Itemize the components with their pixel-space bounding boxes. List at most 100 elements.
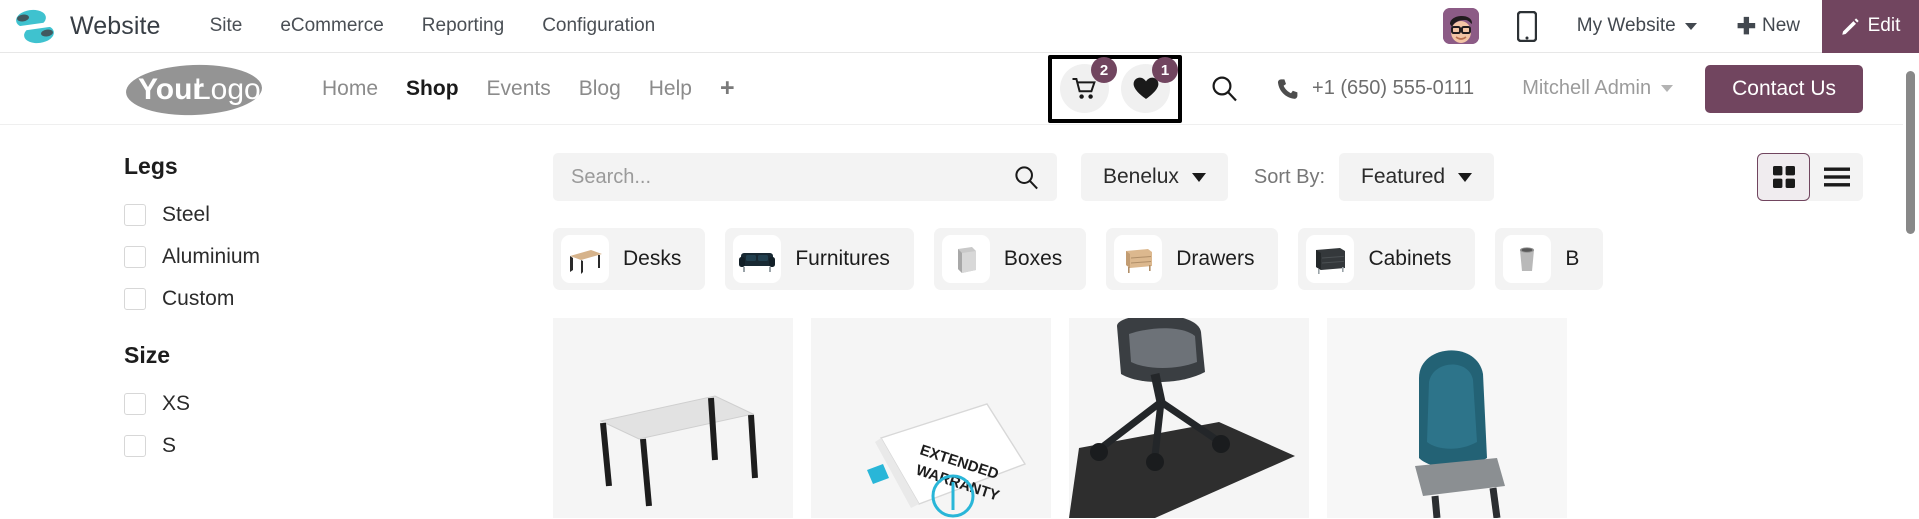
- site-logo[interactable]: Your Logo: [124, 61, 264, 117]
- category-chip-row: Desks Furnitures Boxes Drawers Cabinets …: [553, 228, 1863, 290]
- page-scrollbar[interactable]: [1903, 53, 1919, 519]
- filter-option-aluminium[interactable]: Aluminium: [124, 236, 424, 278]
- region-filter-label: Benelux: [1103, 165, 1179, 188]
- nav-events[interactable]: Events: [473, 77, 565, 101]
- filter-group-title-legs: Legs: [124, 153, 178, 179]
- cabinet-thumbnail: [1306, 235, 1355, 283]
- checkbox-aluminium[interactable]: [124, 246, 146, 268]
- page-scrollbar-thumb[interactable]: [1906, 71, 1915, 234]
- filter-option-steel[interactable]: Steel: [124, 194, 424, 236]
- nav-home[interactable]: Home: [308, 77, 392, 101]
- filter-option-s[interactable]: S: [124, 425, 424, 467]
- category-label-bins: B: [1565, 247, 1580, 270]
- grid-view-icon: [1772, 166, 1795, 188]
- plus-icon: ✚: [1736, 12, 1756, 39]
- menu-ecommerce[interactable]: eCommerce: [261, 0, 402, 52]
- shop-content: Benelux Sort By: Featured: [553, 125, 1863, 518]
- search-input[interactable]: [571, 165, 1014, 189]
- category-chip-bins[interactable]: B: [1495, 228, 1604, 290]
- edit-button-strip: [1903, 0, 1919, 53]
- mobile-preview-icon[interactable]: [1516, 10, 1537, 42]
- office-desk-image: [553, 318, 793, 518]
- filter-spacer: [124, 320, 424, 342]
- new-button-label: New: [1761, 15, 1800, 36]
- menu-site[interactable]: Site: [191, 0, 262, 52]
- website-header: Your Logo Home Shop Events Blog Help + 2: [0, 53, 1919, 125]
- product-search-box[interactable]: [553, 153, 1057, 201]
- new-button[interactable]: ✚ New: [1736, 12, 1800, 39]
- nav-shop[interactable]: Shop: [392, 77, 473, 101]
- filter-label-s: S: [162, 434, 177, 457]
- list-view-icon: [1823, 167, 1850, 187]
- region-filter-dropdown[interactable]: Benelux: [1081, 153, 1228, 201]
- product-card-extended-warranty[interactable]: EXTENDED WARRANTY: [811, 318, 1051, 518]
- list-view-button[interactable]: [1810, 153, 1863, 201]
- desk-thumbnail: [561, 235, 609, 283]
- phone-block[interactable]: +1 (650) 555-0111: [1277, 77, 1474, 100]
- category-chip-furnitures[interactable]: Furnitures: [725, 228, 914, 290]
- bin-thumbnail: [1503, 235, 1552, 283]
- category-chip-boxes[interactable]: Boxes: [933, 228, 1087, 290]
- header-tools: 2 1 +1 (650) 555-0111 Mitchell Admin Con…: [1048, 53, 1919, 125]
- sofa-thumbnail: [733, 235, 782, 283]
- checkbox-s[interactable]: [124, 435, 146, 457]
- svg-text:Logo: Logo: [194, 73, 261, 106]
- odoo-logo-icon[interactable]: [12, 3, 58, 49]
- chevron-down-icon: [1191, 172, 1206, 182]
- website-selector-label: My Website: [1576, 15, 1676, 36]
- pencil-icon: [1841, 17, 1859, 35]
- site-user-name: Mitchell Admin: [1522, 77, 1652, 99]
- phone-number: +1 (650) 555-0111: [1312, 77, 1475, 99]
- category-chip-drawers[interactable]: Drawers: [1106, 228, 1279, 290]
- shopping-cart-icon: [1072, 77, 1096, 99]
- nav-help[interactable]: Help: [635, 77, 706, 101]
- menu-configuration[interactable]: Configuration: [523, 0, 674, 52]
- filter-option-xs[interactable]: XS: [124, 383, 424, 425]
- drawer-thumbnail: [1114, 235, 1163, 283]
- website-selector[interactable]: My Website: [1577, 15, 1697, 37]
- contact-us-button[interactable]: Contact Us: [1705, 64, 1863, 113]
- sort-dropdown[interactable]: Featured: [1339, 153, 1495, 201]
- search-icon: [1212, 76, 1237, 102]
- product-card-teal-chair[interactable]: [1327, 318, 1567, 518]
- avatar[interactable]: [1442, 8, 1479, 44]
- product-card-desk[interactable]: [553, 318, 793, 518]
- extended-warranty-image: EXTENDED WARRANTY: [811, 318, 1051, 518]
- category-label-furnitures: Furnitures: [795, 247, 890, 270]
- sort-by-label: Sort By:: [1253, 165, 1326, 188]
- filter-label-aluminium: Aluminium: [162, 245, 261, 268]
- checkbox-custom[interactable]: [124, 288, 146, 310]
- site-search-button[interactable]: [1200, 64, 1249, 113]
- filter-option-custom[interactable]: Custom: [124, 278, 424, 320]
- filter-group-title-size: Size: [124, 342, 171, 368]
- site-user-menu[interactable]: Mitchell Admin: [1522, 77, 1674, 100]
- category-label-desks: Desks: [623, 247, 682, 270]
- edit-button-label: Edit: [1867, 15, 1901, 36]
- cart-wishlist-highlight: 2 1: [1048, 54, 1183, 123]
- category-chip-cabinets[interactable]: Cabinets: [1298, 228, 1476, 290]
- backend-menu-bar: Site eCommerce Reporting Configuration: [191, 0, 675, 52]
- filter-label-xs: XS: [162, 392, 191, 415]
- teal-chair-image: [1327, 318, 1567, 518]
- product-card-office-chair[interactable]: [1069, 318, 1309, 518]
- add-menu-item-icon[interactable]: +: [706, 76, 749, 101]
- search-icon[interactable]: [1014, 165, 1039, 190]
- checkbox-steel[interactable]: [124, 204, 146, 226]
- category-label-boxes: Boxes: [1003, 247, 1063, 270]
- phone-icon: [1277, 78, 1298, 99]
- view-toggle-group: [1757, 153, 1863, 201]
- nav-blog[interactable]: Blog: [565, 77, 635, 101]
- cart-button[interactable]: 2: [1060, 57, 1118, 113]
- backend-top-bar-right: My Website ✚ New Edit: [1442, 0, 1919, 53]
- product-grid: EXTENDED WARRANTY: [553, 318, 1863, 518]
- filter-label-steel: Steel: [162, 203, 210, 226]
- office-chair-on-mat-image: [1069, 318, 1309, 518]
- checkbox-xs[interactable]: [124, 393, 146, 415]
- category-chip-desks[interactable]: Desks: [553, 228, 706, 290]
- wishlist-button[interactable]: 1: [1121, 57, 1179, 113]
- category-label-drawers: Drawers: [1176, 247, 1255, 270]
- grid-view-button[interactable]: [1757, 153, 1810, 201]
- chevron-down-icon: [1684, 22, 1697, 30]
- menu-reporting[interactable]: Reporting: [403, 0, 523, 52]
- filter-label-custom: Custom: [162, 287, 235, 310]
